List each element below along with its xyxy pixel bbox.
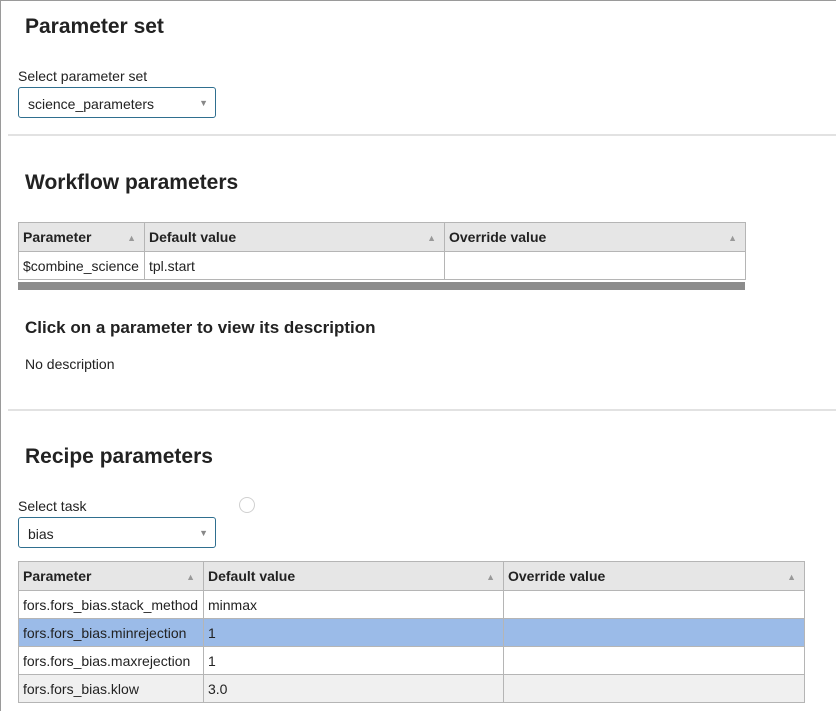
cell-default-value[interactable]: 3.0 — [203, 674, 504, 703]
column-header-default-value[interactable]: Default value ▲ — [144, 222, 445, 252]
cell-override-value[interactable] — [444, 251, 746, 280]
section-divider — [8, 134, 836, 136]
cell-parameter[interactable]: $combine_science — [18, 251, 145, 280]
recipe-parameters-title: Recipe parameters — [25, 445, 213, 468]
cell-parameter[interactable]: fors.fors_bias.maxrejection — [18, 646, 204, 675]
task-select-label: Select task — [18, 498, 87, 514]
cell-parameter[interactable]: fors.fors_bias.klow — [18, 674, 204, 703]
window-left-border — [0, 0, 1, 711]
cell-override-value[interactable] — [503, 674, 805, 703]
table-row[interactable]: $combine_science tpl.start — [18, 251, 746, 280]
column-header-parameter[interactable]: Parameter ▲ — [18, 561, 204, 591]
cell-override-value[interactable] — [503, 646, 805, 675]
cell-default-value[interactable]: 1 — [203, 618, 504, 647]
column-header-override-value[interactable]: Override value ▲ — [503, 561, 805, 591]
sort-asc-icon[interactable]: ▲ — [427, 233, 436, 243]
cell-override-value[interactable] — [503, 618, 805, 647]
cell-default-value[interactable]: minmax — [203, 590, 504, 619]
task-select[interactable]: bias ▼ — [18, 517, 216, 548]
loading-spinner-icon — [239, 497, 255, 513]
table-row[interactable]: fors.fors_bias.klow 3.0 — [18, 674, 805, 703]
parameter-set-select[interactable]: science_parameters ▼ — [18, 87, 216, 118]
table-row[interactable]: fors.fors_bias.maxrejection 1 — [18, 646, 805, 675]
parameter-set-select-value: science_parameters — [28, 96, 155, 112]
sort-asc-icon[interactable]: ▲ — [787, 572, 796, 582]
horizontal-scrollbar[interactable] — [18, 282, 745, 290]
recipe-parameters-table: Parameter ▲ Default value ▲ Override value… — [18, 561, 805, 703]
table-row-selected[interactable]: fors.fors_bias.minrejection 1 — [18, 618, 805, 647]
cell-default-value[interactable]: 1 — [203, 646, 504, 675]
cell-default-value[interactable]: tpl.start — [144, 251, 445, 280]
sort-asc-icon[interactable]: ▲ — [728, 233, 737, 243]
task-select-value: bias — [28, 526, 54, 542]
cell-override-value[interactable] — [503, 590, 805, 619]
sort-asc-icon[interactable]: ▲ — [186, 572, 195, 582]
chevron-down-icon: ▼ — [199, 98, 208, 108]
window-top-border — [0, 0, 836, 1]
cell-parameter[interactable]: fors.fors_bias.stack_method — [18, 590, 204, 619]
workflow-parameters-table: Parameter ▲ Default value ▲ Override value… — [18, 222, 746, 280]
sort-asc-icon[interactable]: ▲ — [127, 233, 136, 243]
workflow-parameters-title: Workflow parameters — [25, 171, 239, 194]
cell-parameter[interactable]: fors.fors_bias.minrejection — [18, 618, 204, 647]
parameter-set-title: Parameter set — [25, 15, 164, 38]
description-title: Click on a parameter to view its descrip… — [25, 318, 376, 337]
parameter-set-select-label: Select parameter set — [18, 68, 148, 84]
column-header-parameter[interactable]: Parameter ▲ — [18, 222, 145, 252]
column-header-default-value[interactable]: Default value ▲ — [203, 561, 504, 591]
column-header-override-value[interactable]: Override value ▲ — [444, 222, 746, 252]
sort-asc-icon[interactable]: ▲ — [486, 572, 495, 582]
section-divider — [8, 409, 836, 411]
chevron-down-icon: ▼ — [199, 528, 208, 538]
table-row[interactable]: fors.fors_bias.stack_method minmax — [18, 590, 805, 619]
description-text: No description — [25, 356, 115, 372]
